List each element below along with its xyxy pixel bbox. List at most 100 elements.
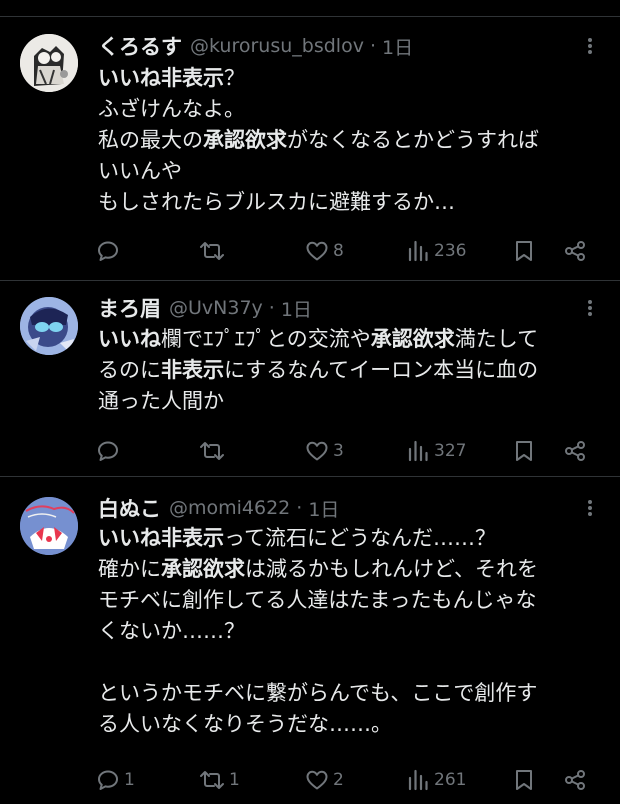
avatar[interactable] <box>20 497 78 555</box>
text-run: 満たして <box>454 327 539 351</box>
user-handle[interactable]: @kurorusu_bsdlov <box>190 35 364 57</box>
like-button[interactable]: 8 <box>305 236 344 266</box>
text-run: る人いなくなりそうだな……。 <box>98 712 392 736</box>
tweet-text-line: 私の最大の承認欲求がなくなるとかどうすれば <box>98 125 602 156</box>
views-count: 327 <box>434 441 467 461</box>
more-options-icon[interactable] <box>580 298 600 318</box>
like-button[interactable]: 3 <box>305 436 344 466</box>
bookmark-button[interactable] <box>513 436 535 466</box>
heart-icon <box>305 439 329 463</box>
reply-icon <box>96 768 120 792</box>
like-button[interactable]: 2 <box>305 765 344 795</box>
text-run: 通った人間か <box>98 389 224 413</box>
text-run: は減るかもしれんけど、それを <box>245 557 538 581</box>
heart-icon <box>305 239 329 263</box>
text-run: 欄でｴﾌﾟｴﾌﾟとの交流や <box>161 327 371 351</box>
tweet-text-line: る人いなくなりそうだな……。 <box>98 709 602 740</box>
tweet-text-line: いいんや <box>98 156 602 187</box>
highlighted-text: いいね非表示 <box>98 66 224 90</box>
user-handle[interactable]: @momi4622 <box>169 497 290 519</box>
retweet-button[interactable] <box>199 436 229 466</box>
bookmark-icon <box>513 768 535 792</box>
text-run: もしされたらブルスカに避難するか… <box>98 190 455 214</box>
tweet-text-line: モチベに創作してる人達はたまったもんじゃな <box>98 585 602 616</box>
timestamp[interactable]: 1日 <box>308 495 339 522</box>
likes-count: 2 <box>333 770 344 790</box>
highlighted-text: 承認欲求 <box>203 128 287 152</box>
retweets-count: 1 <box>229 770 240 790</box>
tweet-text-line: もしされたらブルスカに避難するか… <box>98 187 602 218</box>
text-run: って流石にどうなんだ……？ <box>224 526 496 550</box>
retweet-button[interactable]: 1 <box>199 765 240 795</box>
action-bar: 8 236 <box>96 236 604 266</box>
analytics-icon <box>406 768 430 792</box>
share-button[interactable] <box>563 765 587 795</box>
bookmark-button[interactable] <box>513 765 535 795</box>
text-run: るのに <box>98 358 161 382</box>
timestamp[interactable]: 1日 <box>281 295 312 322</box>
tweet-header: 白ぬこ @momi4622 · 1日 <box>98 493 600 523</box>
retweet-icon <box>199 439 225 463</box>
share-button[interactable] <box>563 436 587 466</box>
avatar[interactable] <box>20 34 78 92</box>
views-button[interactable]: 261 <box>406 765 466 795</box>
likes-count: 3 <box>333 441 344 461</box>
reply-button[interactable]: 1 <box>96 765 135 795</box>
reply-button[interactable] <box>96 436 124 466</box>
reply-button[interactable] <box>96 236 124 266</box>
tweet-text: いいね欄でｴﾌﾟｴﾌﾟとの交流や承認欲求満たして るのに非表示にするなんてイーロン… <box>98 324 602 417</box>
bookmark-button[interactable] <box>513 236 535 266</box>
text-run: というかモチベに繋がらんでも、ここで創作す <box>98 681 538 705</box>
bookmark-icon <box>513 439 535 463</box>
tweet-text-line: というかモチベに繋がらんでも、ここで創作す <box>98 678 602 709</box>
reply-icon <box>96 439 120 463</box>
more-options-icon[interactable] <box>580 36 600 56</box>
bookmark-icon <box>513 239 535 263</box>
retweet-icon <box>199 768 225 792</box>
tweet[interactable]: 白ぬこ @momi4622 · 1日 いいね非表示って流石にどうなんだ……？ 確か… <box>0 477 620 804</box>
display-name[interactable]: くろるす <box>98 31 182 61</box>
text-run: 確かに <box>98 557 161 581</box>
text-run: 私の最大の <box>98 128 203 152</box>
more-options-icon[interactable] <box>580 498 600 518</box>
tweet-text-line <box>98 647 602 678</box>
share-button[interactable] <box>563 236 587 266</box>
highlighted-text: いいね非表示 <box>98 526 224 550</box>
display-name[interactable]: 白ぬこ <box>98 493 161 523</box>
tweet-text-line: いいね欄でｴﾌﾟｴﾌﾟとの交流や承認欲求満たして <box>98 324 602 355</box>
user-handle[interactable]: @UvN37y <box>169 297 263 319</box>
tweet-text-line: いいね非表示？ <box>98 63 602 94</box>
tweet-text-line: いいね非表示って流石にどうなんだ……？ <box>98 523 602 554</box>
heart-icon <box>305 768 329 792</box>
tweet-header: くろるす @kurorusu_bsdlov · 1日 <box>98 31 600 61</box>
analytics-icon <box>406 239 430 263</box>
separator-dot: · <box>268 297 275 319</box>
views-count: 261 <box>434 770 467 790</box>
retweet-icon <box>199 239 225 263</box>
timestamp[interactable]: 1日 <box>382 33 413 60</box>
text-run: ふざけんなよ。 <box>98 97 245 121</box>
text-run: ？ <box>224 66 245 90</box>
separator-dot: · <box>369 35 376 57</box>
tweet-text: いいね非表示？ ふざけんなよ。 私の最大の承認欲求がなくなるとかどうすれば いいんやも… <box>98 63 602 218</box>
tweet-text-line: ふざけんなよ。 <box>98 94 602 125</box>
views-button[interactable]: 236 <box>406 236 466 266</box>
highlighted-text: 承認欲求 <box>370 327 455 351</box>
retweet-button[interactable] <box>199 236 229 266</box>
action-bar: 3 327 <box>96 436 604 466</box>
share-icon <box>563 439 587 463</box>
tweet-text-line: くないか……？ <box>98 616 602 647</box>
avatar[interactable] <box>20 297 78 355</box>
separator-dot: · <box>296 497 303 519</box>
tweet[interactable]: くろるす @kurorusu_bsdlov · 1日 いいね非表示？ ふざけんなよ… <box>0 17 620 281</box>
replies-count: 1 <box>124 770 135 790</box>
tweet[interactable]: まろ眉 @UvN37y · 1日 いいね欄でｴﾌﾟｴﾌﾟとの交流や承認欲求満たし… <box>0 281 620 477</box>
tweet-header: まろ眉 @UvN37y · 1日 <box>98 293 600 323</box>
text-run: いいんや <box>98 159 182 183</box>
display-name[interactable]: まろ眉 <box>98 293 161 323</box>
views-button[interactable]: 327 <box>406 436 466 466</box>
text-run: がなくなるとかどうすれば <box>287 128 539 152</box>
share-icon <box>563 239 587 263</box>
tweet-text-line: るのに非表示にするなんてイーロン本当に血の <box>98 355 602 386</box>
tweet-text-line: 確かに承認欲求は減るかもしれんけど、それを <box>98 554 602 585</box>
